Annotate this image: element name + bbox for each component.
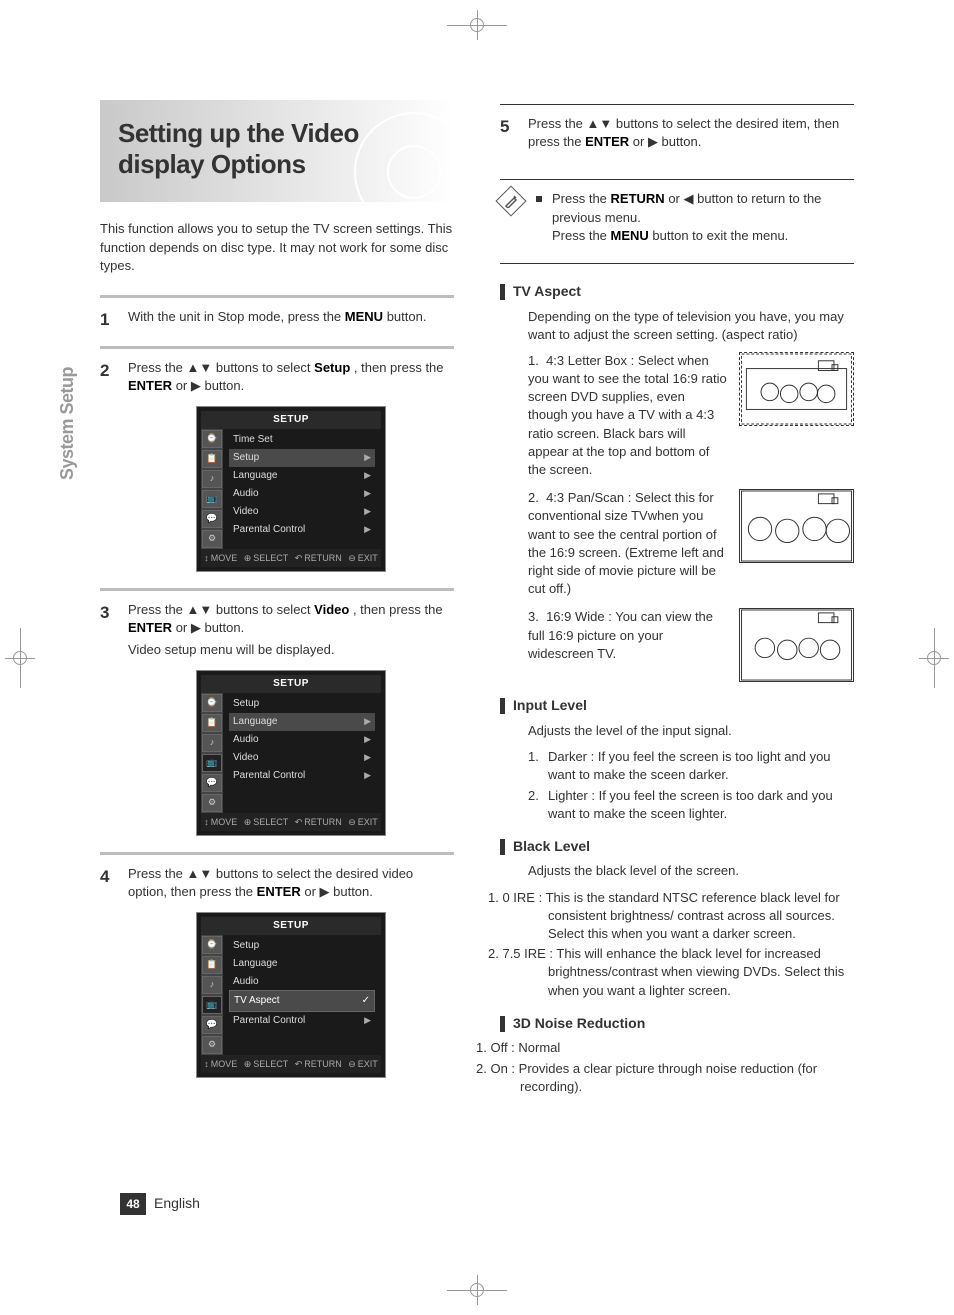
step-3: 3 Press the ▲▼ buttons to select Video ,…: [100, 588, 454, 852]
thumb-panscan: [739, 489, 854, 563]
side-tab: System Setup: [55, 367, 80, 480]
menu-screenshot-3: SETUP ⌚📋♪📺💬⚙ Setup Language Audio TV Asp…: [196, 912, 386, 1079]
step-1: 1 With the unit in Stop mode, press the …: [100, 295, 454, 346]
crop-mark-bottom: [447, 1275, 507, 1305]
title-banner: Setting up the Video display Options: [100, 100, 454, 202]
step-5: 5 Press the ▲▼ buttons to select the des…: [500, 115, 854, 171]
crop-mark-right: [919, 628, 949, 688]
crop-mark-top: [447, 10, 507, 40]
step-2: 2 Press the ▲▼ buttons to select Setup ,…: [100, 346, 454, 588]
note-icon: [495, 186, 526, 217]
note-box: Press the RETURN or ◀ button to return t…: [500, 179, 854, 264]
aspect-letterbox: 1. 4:3 Letter Box : Select when you want…: [528, 352, 854, 479]
thumb-wide: [739, 608, 854, 682]
thumb-letterbox: [739, 352, 854, 426]
menu-screenshot-2: SETUP ⌚📋♪📺💬⚙ Setup Language▶ Audio▶ Vide…: [196, 670, 386, 837]
aspect-panscan: 2. 4:3 Pan/Scan : Select this for conven…: [528, 489, 854, 598]
section-black-level: Black Level: [500, 837, 854, 857]
section-noise-reduction: 3D Noise Reduction: [500, 1014, 854, 1034]
menu-screenshot-1: SETUP ⌚📋♪📺💬⚙ Time Set Setup▶ Language▶ A…: [196, 406, 386, 573]
page-footer: 48 English: [120, 1193, 200, 1215]
step-4: 4 Press the ▲▼ buttons to select the des…: [100, 852, 454, 1094]
crop-mark-left: [5, 628, 35, 688]
section-input-level: Input Level: [500, 696, 854, 716]
intro-text: This function allows you to setup the TV…: [100, 220, 454, 275]
aspect-wide: 3. 16:9 Wide : You can view the full 16:…: [528, 608, 854, 682]
section-tv-aspect: TV Aspect: [500, 282, 854, 302]
